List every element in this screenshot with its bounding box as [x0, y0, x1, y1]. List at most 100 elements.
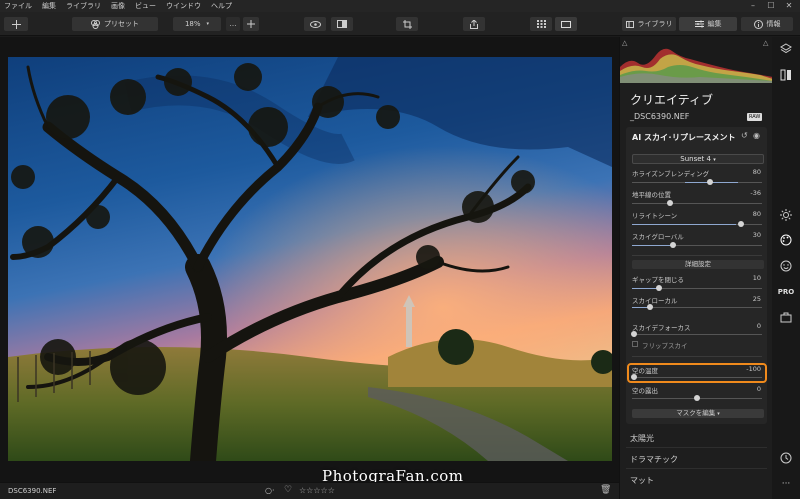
sky-select-value: Sunset 4 [680, 155, 711, 163]
visibility-toggle-icon[interactable]: ◉ [753, 131, 760, 140]
slider-knob[interactable] [707, 179, 713, 185]
zoom-in-button[interactable] [243, 17, 259, 31]
section-matte[interactable]: マット [630, 475, 654, 486]
sky-select[interactable]: Sunset 4 ▾ [632, 154, 764, 164]
ai-sky-replacement-module: AI スカイ･リプレースメント ↺ ◉ Sunset 4 ▾ ホライズンブレンデ… [626, 127, 767, 424]
minimize-icon[interactable]: – [744, 0, 762, 12]
sky-exposure-slider[interactable] [632, 395, 762, 401]
sky-defocus-slider[interactable] [631, 331, 762, 337]
slider-label: ホライズンブレンディング [632, 170, 710, 178]
menu-library[interactable]: ライブラリ [66, 1, 101, 11]
horizon-position-slider[interactable] [632, 200, 762, 206]
divider [626, 468, 767, 469]
slider-value[interactable]: -36 [750, 189, 761, 197]
plus-icon [11, 19, 21, 29]
maximize-icon[interactable]: ☐ [762, 0, 780, 12]
slider-knob[interactable] [647, 304, 653, 310]
pro-tools-icon[interactable]: PRO [778, 285, 794, 299]
layers-icon[interactable] [779, 42, 793, 56]
slider-value[interactable]: 30 [753, 231, 761, 239]
sky-global-slider[interactable] [632, 242, 762, 248]
star-rating[interactable]: ☆☆☆☆☆ [299, 486, 335, 495]
chevron-down-icon: ▾ [717, 411, 720, 417]
raw-badge: RAW [747, 113, 763, 121]
grid-view-button[interactable] [530, 17, 552, 31]
slider-value[interactable]: 80 [753, 210, 761, 218]
add-button[interactable] [4, 17, 28, 31]
tab-library[interactable]: ライブラリ [622, 17, 676, 31]
edit-panel: △ △ クリエイティブ _DSC6390.NEF RAW AI スカイ･リプレー… [619, 37, 773, 499]
library-tab-label: ライブラリ [637, 20, 673, 28]
section-dramatic[interactable]: ドラマチック [630, 454, 678, 465]
highlight-clip-icon[interactable]: △ [763, 39, 768, 47]
single-view-button[interactable] [555, 17, 577, 31]
crop-button[interactable] [396, 17, 418, 31]
slider-label: ギャップを閉じる [632, 276, 684, 284]
reset-icon[interactable]: ↺ [741, 131, 748, 140]
horizon-blending-slider[interactable] [632, 179, 762, 185]
slider-knob[interactable] [656, 285, 662, 291]
palette-icon[interactable] [779, 233, 793, 247]
section-sunlight[interactable]: 太陽光 [630, 433, 654, 444]
image-canvas[interactable] [0, 37, 619, 482]
slider-value[interactable]: 80 [753, 168, 761, 176]
photo-preview [8, 57, 612, 461]
sun-icon[interactable] [779, 208, 793, 222]
reject-flag-icon[interactable]: ○· [265, 486, 275, 495]
landscape-photo [8, 57, 612, 461]
menu-edit[interactable]: 編集 [42, 1, 56, 11]
menu-bar: ファイル 編集 ライブラリ 画像 ビュー ウインドウ ヘルプ [0, 0, 800, 12]
chevron-down-icon: ▾ [713, 157, 716, 163]
edit-mask-label: マスクを編集 [676, 409, 716, 417]
slider-value[interactable]: 0 [757, 322, 761, 330]
slider-value[interactable]: 25 [753, 295, 761, 303]
plus-icon [247, 20, 255, 28]
slider-knob[interactable] [738, 221, 744, 227]
slider-knob[interactable] [667, 200, 673, 206]
menu-image[interactable]: 画像 [111, 1, 125, 11]
zoom-out-button[interactable]: … [226, 17, 240, 31]
presets-button[interactable]: プリセット [72, 17, 158, 31]
compare-icon [337, 20, 347, 28]
edit-mask-button[interactable]: マスクを編集 ▾ [632, 409, 764, 418]
close-icon[interactable]: ✕ [780, 0, 798, 12]
eye-icon [309, 20, 321, 28]
portrait-face-icon[interactable] [779, 259, 793, 273]
bottom-bar: DSC6390.NEF ○· ♡ ☆☆☆☆☆ 🗑 [0, 482, 619, 499]
slider-knob[interactable] [670, 242, 676, 248]
favorite-heart-icon[interactable]: ♡ [284, 485, 292, 495]
zoom-select[interactable]: 18% ▾ [173, 17, 221, 31]
menu-file[interactable]: ファイル [4, 1, 32, 11]
history-icon[interactable] [779, 451, 793, 465]
divider [626, 447, 767, 448]
slider-value[interactable]: 10 [753, 274, 761, 282]
menu-help[interactable]: ヘルプ [211, 1, 232, 11]
module-title[interactable]: AI スカイ･リプレースメント [632, 132, 736, 143]
highlight-box [627, 363, 767, 383]
sliders-icon [694, 20, 704, 28]
close-gaps-slider[interactable] [632, 285, 762, 291]
menu-view[interactable]: ビュー [135, 1, 156, 11]
tool-strip: PRO ··· [772, 37, 800, 499]
flip-sky-checkbox[interactable] [632, 341, 638, 347]
relight-scene-slider[interactable] [632, 221, 762, 227]
sky-local-slider[interactable] [632, 304, 762, 310]
tab-info[interactable]: 情報 [741, 17, 793, 31]
trash-icon[interactable]: 🗑 [600, 485, 611, 495]
info-tab-label: 情報 [766, 20, 781, 28]
slider-value[interactable]: 0 [757, 385, 761, 393]
slider-knob[interactable] [694, 395, 700, 401]
tab-edit[interactable]: 編集 [679, 17, 737, 31]
compare-panels-icon[interactable] [779, 68, 793, 82]
slider-knob[interactable] [631, 331, 637, 337]
panel-title: クリエイティブ [630, 93, 714, 107]
preview-toggle-button[interactable] [304, 17, 326, 31]
advanced-settings-button[interactable]: 詳細設定 [632, 260, 764, 269]
compare-button[interactable] [331, 17, 353, 31]
briefcase-icon[interactable] [779, 310, 793, 324]
shadow-clip-icon[interactable]: △ [622, 39, 627, 47]
menu-window[interactable]: ウインドウ [166, 1, 201, 11]
more-options-icon[interactable]: ··· [779, 477, 793, 491]
export-button[interactable] [463, 17, 485, 31]
edit-tab-label: 編集 [707, 20, 722, 28]
